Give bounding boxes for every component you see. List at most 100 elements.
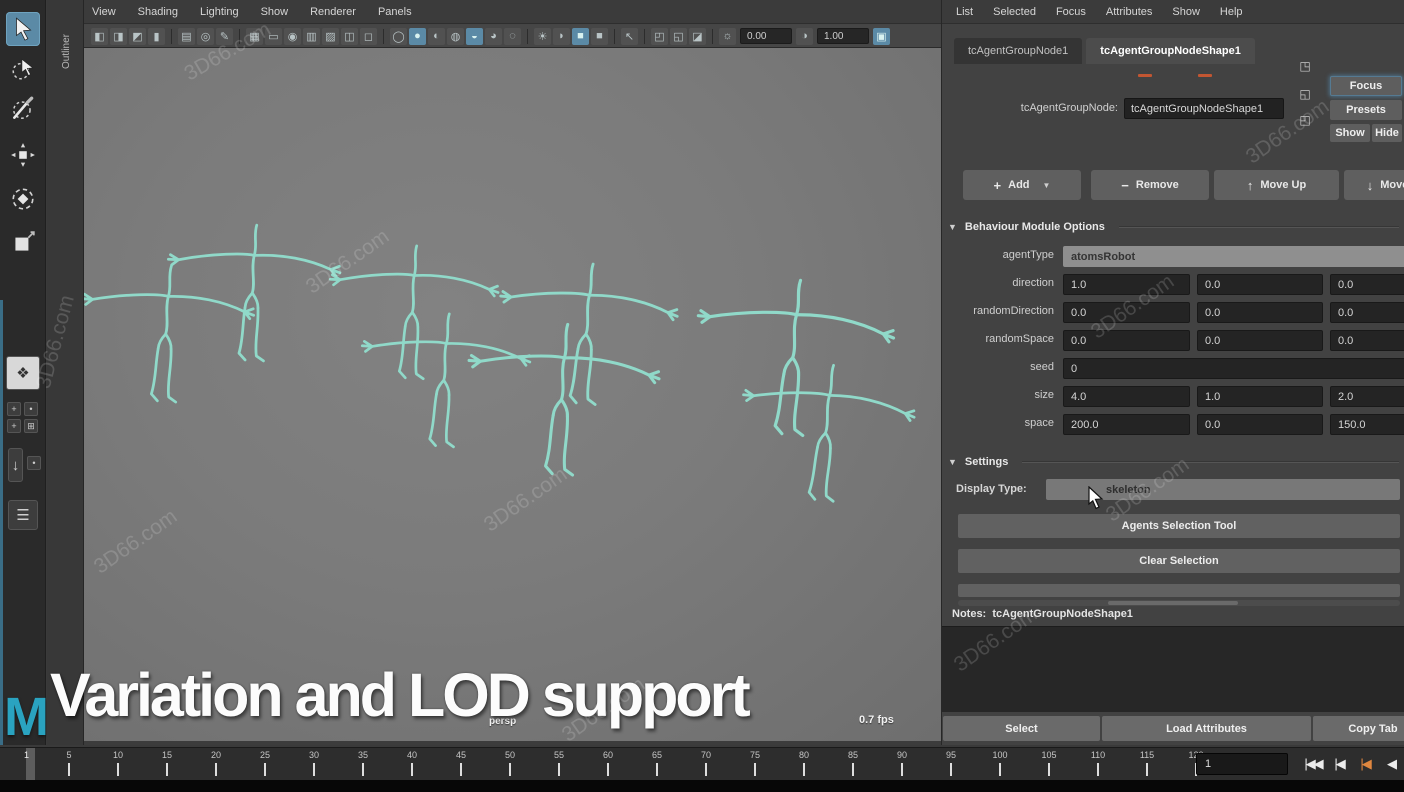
menu-renderer[interactable]: Renderer (310, 6, 356, 18)
randomdirection-y-field[interactable]: 0.0 (1197, 302, 1323, 323)
motion-blur-icon[interactable]: ◌ (504, 28, 521, 45)
menu-selected[interactable]: Selected (993, 6, 1036, 18)
output-connections-icon[interactable]: ◱ (1296, 86, 1314, 102)
move-up-button[interactable]: ↑ Move Up (1214, 170, 1339, 200)
two-pane-layout[interactable]: ↓ (8, 448, 23, 482)
single-pane-layout[interactable]: ❖ (6, 356, 40, 390)
notes-textarea[interactable] (942, 626, 1404, 712)
step-back-key-button[interactable]: |◀ (1328, 752, 1350, 776)
space-y-field[interactable]: 0.0 (1197, 414, 1323, 435)
camera-mask-icon[interactable]: ◪ (689, 28, 706, 45)
spot-light-icon[interactable]: ◗ (553, 28, 570, 45)
space-x-field[interactable]: 200.0 (1063, 414, 1190, 435)
outliner-layout[interactable]: ☰ (8, 500, 38, 530)
section-behaviour-module-options[interactable]: ▼ Behaviour Module Options (948, 218, 1399, 236)
four-pane-layout-a[interactable]: + (7, 402, 21, 416)
camera-attributes-icon[interactable]: ◩ (129, 28, 146, 45)
time-slider[interactable]: 1 51015202530354045505560657075808590951… (0, 747, 1404, 780)
step-back-frame-button[interactable]: |◀ (1354, 752, 1376, 776)
show-button[interactable]: Show (1330, 124, 1370, 142)
menu-attributes[interactable]: Attributes (1106, 6, 1152, 18)
playhead[interactable]: 1 (26, 748, 35, 781)
four-pane-layout-d[interactable]: ⊞ (24, 419, 38, 433)
randomspace-z-field[interactable]: 0.0 (1330, 330, 1404, 351)
current-frame-field[interactable]: 1 (1196, 753, 1288, 775)
tab-tcagentgroupnodeshape1[interactable]: tcAgentGroupNodeShape1 (1086, 38, 1255, 64)
textured-icon[interactable]: ◐ (428, 28, 445, 45)
view-transform-icon[interactable]: ▣ (873, 28, 890, 45)
four-pane-layout-b[interactable]: • (24, 402, 38, 416)
size-x-field[interactable]: 4.0 (1063, 386, 1190, 407)
gamma-icon[interactable]: ◑ (796, 28, 813, 45)
move-down-button[interactable]: ↓ Move Down (1344, 170, 1404, 200)
resolution-gate-icon[interactable]: ◉ (284, 28, 301, 45)
safe-title-icon[interactable]: ◻ (360, 28, 377, 45)
node-name-field[interactable]: tcAgentGroupNodeShape1 (1124, 98, 1284, 119)
smooth-shade-icon[interactable]: ● (409, 28, 426, 45)
copy-tab-button[interactable]: Copy Tab (1313, 716, 1404, 741)
ao-toggle-icon[interactable]: ■ (591, 28, 608, 45)
scrollbar-thumb[interactable] (1108, 601, 1238, 605)
hide-button[interactable]: Hide (1372, 124, 1402, 142)
direction-z-field[interactable]: 0.0 (1330, 274, 1404, 295)
four-pane-layout-c[interactable]: + (7, 419, 21, 433)
gamma-field[interactable]: 1.00 (817, 28, 869, 44)
menu-lighting[interactable]: Lighting (200, 6, 239, 18)
section-settings[interactable]: ▼ Settings (948, 453, 1399, 471)
menu-shading[interactable]: Shading (138, 6, 178, 18)
menu-help[interactable]: Help (1220, 6, 1243, 18)
wireframe-icon[interactable]: ◯ (390, 28, 407, 45)
focus-button[interactable]: Focus (1330, 76, 1402, 96)
two-d-pan-zoom-icon[interactable]: ◎ (197, 28, 214, 45)
space-z-field[interactable]: 150.0 (1330, 414, 1404, 435)
grid-icon[interactable]: ▦ (246, 28, 263, 45)
occlusion-icon[interactable]: ◕ (485, 28, 502, 45)
grease-pencil-icon[interactable]: ✎ (216, 28, 233, 45)
scale-tool[interactable] (6, 226, 40, 260)
load-attributes-button[interactable]: Load Attributes (1102, 716, 1311, 741)
agenttype-dropdown[interactable]: atomsRobot (1063, 246, 1404, 267)
lock-camera-icon[interactable]: ◨ (110, 28, 127, 45)
direction-x-field[interactable]: 1.0 (1063, 274, 1190, 295)
menu-panels[interactable]: Panels (378, 6, 412, 18)
seed-field[interactable]: 0 (1063, 358, 1404, 379)
field-chart-icon[interactable]: ▨ (322, 28, 339, 45)
hierarchy-icon[interactable]: ◰ (1296, 112, 1314, 128)
exposure-field[interactable]: 0.00 (740, 28, 792, 44)
clipped-button[interactable] (958, 584, 1400, 597)
lighting-icon[interactable]: ◍ (447, 28, 464, 45)
menu-view[interactable]: View (92, 6, 116, 18)
image-plane-icon[interactable]: ▤ (178, 28, 195, 45)
agents-selection-tool-button[interactable]: Agents Selection Tool (958, 514, 1400, 538)
gate-mask-icon[interactable]: ▥ (303, 28, 320, 45)
paint-select-tool[interactable] (6, 92, 40, 126)
clear-selection-button[interactable]: Clear Selection (958, 549, 1400, 573)
select-button[interactable]: Select (943, 716, 1100, 741)
size-y-field[interactable]: 1.0 (1197, 386, 1323, 407)
go-to-start-button[interactable]: |◀◀ (1302, 752, 1324, 776)
add-button[interactable]: + Add ▼ (963, 170, 1081, 200)
lasso-tool[interactable] (6, 52, 40, 86)
exposure-icon[interactable]: ☼ (719, 28, 736, 45)
size-z-field[interactable]: 2.0 (1330, 386, 1404, 407)
outliner-collapsed-panel[interactable]: Outliner (47, 0, 84, 745)
play-backwards-button[interactable]: ◀ (1380, 752, 1402, 776)
select-tool[interactable] (6, 12, 40, 46)
shadows-icon[interactable]: ◒ (466, 28, 483, 45)
direction-y-field[interactable]: 0.0 (1197, 274, 1323, 295)
tab-tcagentgroupnode1[interactable]: tcAgentGroupNode1 (954, 38, 1082, 64)
menu-show[interactable]: Show (261, 6, 289, 18)
input-connections-icon[interactable]: ◳ (1296, 58, 1314, 74)
pane-dot-button[interactable]: • (27, 456, 41, 470)
randomdirection-x-field[interactable]: 0.0 (1063, 302, 1190, 323)
horizontal-scrollbar[interactable] (958, 600, 1400, 606)
snapshot-icon[interactable]: ◰ (651, 28, 668, 45)
randomdirection-z-field[interactable]: 0.0 (1330, 302, 1404, 323)
menu-list[interactable]: List (956, 6, 973, 18)
remove-button[interactable]: − Remove (1091, 170, 1209, 200)
move-tool[interactable] (6, 138, 40, 172)
randomspace-x-field[interactable]: 0.0 (1063, 330, 1190, 351)
viewport-canvas[interactable]: persp 0.7 fps (84, 48, 941, 741)
randomspace-y-field[interactable]: 0.0 (1197, 330, 1323, 351)
menu-show[interactable]: Show (1172, 6, 1200, 18)
